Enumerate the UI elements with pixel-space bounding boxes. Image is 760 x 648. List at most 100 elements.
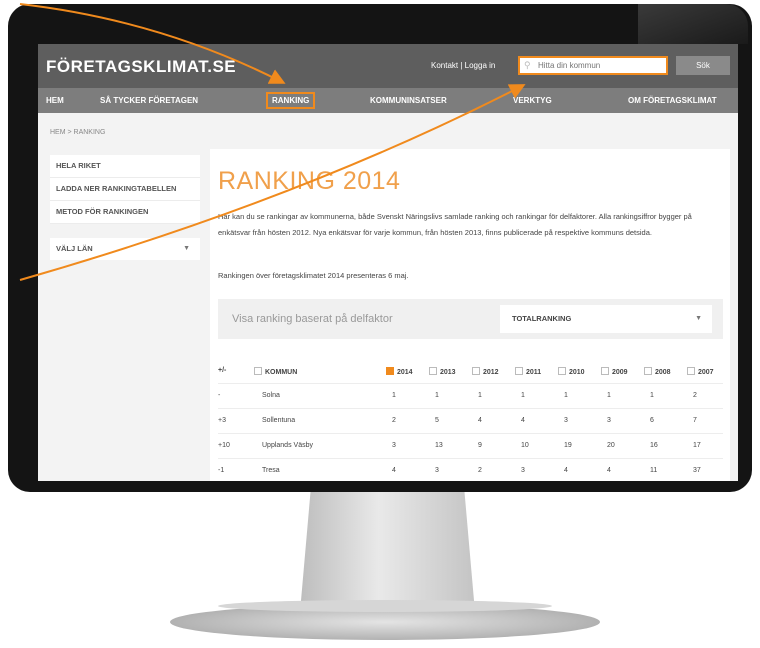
col-2009[interactable]: 2009	[601, 367, 628, 376]
col-2014[interactable]: 2014	[386, 367, 413, 376]
table-row: +10 Upplands Väsby 3 13 9 10 19 20 16 17	[218, 434, 723, 459]
cell-change: -	[218, 392, 221, 399]
col-2012[interactable]: 2012	[472, 367, 499, 376]
sidebar-item-ladda-ner[interactable]: LADDA NER RANKINGTABELLEN	[50, 178, 200, 201]
nav-item-ranking[interactable]: RANKING	[266, 92, 316, 109]
ranking-note: Rankingen över företagsklimatet 2014 pre…	[218, 271, 409, 280]
chevron-down-icon: ▼	[183, 245, 190, 252]
cell-2012: 1	[478, 392, 482, 399]
intro-text: Här kan du se rankingar av kommunerna, b…	[218, 212, 692, 237]
col-kommun-label: KOMMUN	[265, 369, 298, 376]
cell-2008: 1	[650, 392, 654, 399]
cell-2008: 16	[650, 442, 658, 449]
cell-2014: 2	[392, 417, 396, 424]
search-button[interactable]: Sök	[676, 56, 730, 75]
col-kommun[interactable]: KOMMUN	[254, 367, 297, 376]
checkbox-2008[interactable]	[644, 367, 652, 375]
page-content: HEM > RANKING HELA RIKET LADDA NER RANKI…	[38, 113, 738, 481]
cell-2014: 4	[392, 467, 396, 474]
search-input[interactable]	[518, 56, 668, 75]
sidebar-item-hela-riket[interactable]: HELA RIKET	[50, 155, 200, 178]
cell-kommun[interactable]: Sollentuna	[262, 417, 295, 424]
cell-2010: 19	[564, 442, 572, 449]
sidebar-item-metod[interactable]: METOD FÖR RANKINGEN	[50, 201, 200, 224]
col-2014-label: 2014	[397, 369, 413, 376]
col-2008[interactable]: 2008	[644, 367, 671, 376]
table-row: - Solna 1 1 1 1 1 1 1 2	[218, 384, 723, 409]
col-2012-label: 2012	[483, 369, 499, 376]
nav-item-kommuninsatser[interactable]: KOMMUNINSATSER	[370, 96, 447, 105]
col-2009-label: 2009	[612, 369, 628, 376]
cell-kommun[interactable]: Tresa	[262, 467, 280, 474]
monitor-shine	[638, 4, 748, 44]
checkbox-2007[interactable]	[687, 367, 695, 375]
cell-2007: 7	[693, 417, 697, 424]
monitor-base-top	[218, 600, 552, 612]
table-row: -1 Tresa 4 3 2 3 4 4 11 37	[218, 459, 723, 481]
col-2011-label: 2011	[526, 369, 542, 376]
nav-item-om-foretagsklimat[interactable]: OM FÖRETAGSKLIMAT	[628, 96, 717, 105]
col-2010[interactable]: 2010	[558, 367, 585, 376]
filter-label: Visa ranking baserat på delfaktor	[232, 313, 393, 325]
main-nav: HEM SÅ TYCKER FÖRETAGEN RANKING KOMMUNIN…	[38, 88, 738, 113]
chevron-down-icon: ▼	[695, 315, 702, 322]
cell-2012: 9	[478, 442, 482, 449]
checkbox-2012[interactable]	[472, 367, 480, 375]
cell-kommun[interactable]: Upplands Väsby	[262, 442, 313, 449]
breadcrumb[interactable]: HEM > RANKING	[50, 129, 105, 136]
checkbox-2011[interactable]	[515, 367, 523, 375]
main-panel: RANKING 2014 Här kan du se rankingar av …	[210, 149, 730, 481]
header-links[interactable]: Kontakt | Logga in	[431, 61, 495, 70]
cell-2011: 4	[521, 417, 525, 424]
col-2013[interactable]: 2013	[429, 367, 456, 376]
delfaktor-select[interactable]: TOTALRANKING ▼	[500, 305, 712, 333]
page-title: RANKING 2014	[218, 167, 401, 195]
cell-2012: 2	[478, 467, 482, 474]
cell-2010: 4	[564, 467, 568, 474]
cell-kommun[interactable]: Solna	[262, 392, 280, 399]
site-logo[interactable]: FÖRETAGSKLIMAT.SE	[46, 57, 236, 77]
screen: FÖRETAGSKLIMAT.SE Kontakt | Logga in ⚲ S…	[38, 44, 738, 481]
checkbox-2010[interactable]	[558, 367, 566, 375]
col-2013-label: 2013	[440, 369, 456, 376]
table-body: - Solna 1 1 1 1 1 1 1 2 +3 Sollentuna 2 5 4 4 3 3 6 7 +10 Upp…	[218, 384, 723, 481]
delfaktor-select-value: TOTALRANKING	[512, 314, 572, 323]
checkbox-2009[interactable]	[601, 367, 609, 375]
checkbox-2013[interactable]	[429, 367, 437, 375]
cell-2009: 4	[607, 467, 611, 474]
ranking-table: +/- KOMMUN 2014 2013 2012 2011 2010 2009…	[218, 359, 723, 481]
col-2011[interactable]: 2011	[515, 367, 541, 376]
sidebar: HELA RIKET LADDA NER RANKINGTABELLEN MET…	[50, 155, 200, 260]
cell-2011: 10	[521, 442, 529, 449]
nav-item-sa-tycker-foretagen[interactable]: SÅ TYCKER FÖRETAGEN	[100, 96, 198, 105]
lan-select-label: VÄLJ LÄN	[56, 244, 93, 253]
col-2007-label: 2007	[698, 369, 714, 376]
table-header: +/- KOMMUN 2014 2013 2012 2011 2010 2009…	[218, 359, 723, 384]
cell-change: -1	[218, 467, 225, 474]
cell-2014: 1	[392, 392, 396, 399]
cell-2009: 20	[607, 442, 615, 449]
cell-change: +3	[218, 417, 226, 424]
col-change: +/-	[218, 367, 227, 374]
cell-2012: 4	[478, 417, 482, 424]
checkbox-2014[interactable]	[386, 367, 394, 375]
cell-2009: 3	[607, 417, 611, 424]
col-2010-label: 2010	[569, 369, 585, 376]
cell-2010: 3	[564, 417, 568, 424]
nav-item-hem[interactable]: HEM	[46, 96, 64, 105]
checkbox-kommun[interactable]	[254, 367, 262, 375]
cell-change: +10	[218, 442, 230, 449]
cell-2014: 3	[392, 442, 396, 449]
site-header: FÖRETAGSKLIMAT.SE Kontakt | Logga in ⚲ S…	[38, 44, 738, 88]
search-icon: ⚲	[524, 60, 531, 70]
cell-2009: 1	[607, 392, 611, 399]
cell-2010: 1	[564, 392, 568, 399]
cell-2013: 1	[435, 392, 439, 399]
lan-select[interactable]: VÄLJ LÄN ▼	[50, 238, 200, 260]
cell-2013: 13	[435, 442, 443, 449]
col-2007[interactable]: 2007	[687, 367, 714, 376]
nav-item-verktyg[interactable]: VERKTYG	[513, 96, 552, 105]
cell-2007: 2	[693, 392, 697, 399]
cell-2011: 3	[521, 467, 525, 474]
cell-2007: 17	[693, 442, 701, 449]
